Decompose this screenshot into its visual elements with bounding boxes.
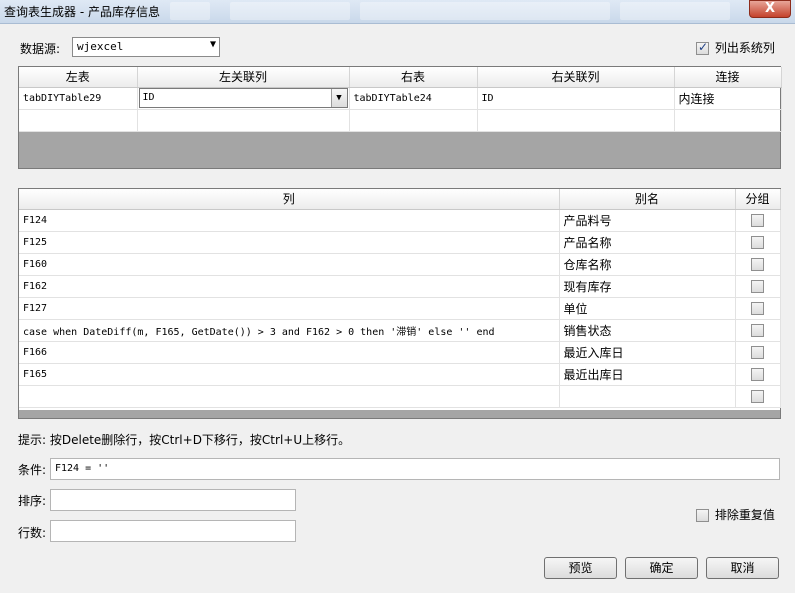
table-row[interactable] <box>19 385 781 408</box>
group-checkbox[interactable] <box>751 213 764 227</box>
join-left-col-cell[interactable]: ID ▼ <box>137 87 350 110</box>
distinct-checkbox[interactable]: 排除重复值 <box>696 506 775 523</box>
column-alias[interactable]: 最近出库日 <box>559 363 736 386</box>
group-cell[interactable] <box>735 231 781 254</box>
left-col-dropdown[interactable]: ID ▼ <box>138 88 348 108</box>
join-type[interactable]: 内连接 <box>674 87 782 110</box>
joins-header-right-col[interactable]: 右关联列 <box>477 67 675 88</box>
column-expression[interactable] <box>19 385 560 408</box>
background-toolbar-ghost <box>620 2 730 20</box>
group-checkbox[interactable] <box>751 279 764 293</box>
table-row[interactable]: case when DateDiff(m, F165, GetDate()) >… <box>19 319 781 342</box>
table-row[interactable]: F160 仓库名称 <box>19 253 781 276</box>
empty-cell[interactable] <box>137 109 350 132</box>
join-left-table[interactable]: tabDIYTable29 <box>19 87 138 110</box>
list-system-columns-label: 列出系统列 <box>714 41 775 55</box>
condition-input[interactable]: F124 = '' <box>50 458 780 480</box>
group-cell[interactable] <box>735 209 781 232</box>
sort-label: 排序: <box>18 494 47 508</box>
column-expression[interactable]: F125 <box>19 231 560 254</box>
row-count-label: 行数: <box>18 526 47 540</box>
join-left-col: ID <box>142 92 155 103</box>
column-expression[interactable]: F166 <box>19 341 560 364</box>
table-row[interactable]: F125 产品名称 <box>19 231 781 254</box>
window-title: 查询表生成器 - 产品库存信息 <box>4 5 160 19</box>
columns-grid[interactable]: 列 别名 分组 F124 产品料号 F125 产品名称 F160 仓库名称 F1… <box>18 188 781 419</box>
column-expression[interactable]: F127 <box>19 297 560 320</box>
table-row[interactable]: F127 单位 <box>19 297 781 320</box>
title-bar: 查询表生成器 - 产品库存信息 X <box>0 0 795 24</box>
datasource-select[interactable]: wjexcel ▼ <box>72 37 220 57</box>
row-count-input[interactable] <box>50 520 296 542</box>
sort-input[interactable] <box>50 489 296 511</box>
column-expression[interactable]: F124 <box>19 209 560 232</box>
group-checkbox[interactable] <box>751 301 764 315</box>
joins-grid[interactable]: 左表 左关联列 右表 右关联列 连接 tabDIYTable29 ID ▼ ta… <box>18 66 782 169</box>
group-checkbox[interactable] <box>751 235 764 249</box>
columns-header-col[interactable]: 列 <box>19 189 560 210</box>
column-alias[interactable]: 产品名称 <box>559 231 736 254</box>
group-checkbox[interactable] <box>751 389 764 403</box>
join-right-table[interactable]: tabDIYTable24 <box>349 87 478 110</box>
column-alias[interactable]: 最近入库日 <box>559 341 736 364</box>
column-expression[interactable]: case when DateDiff(m, F165, GetDate()) >… <box>19 319 560 342</box>
column-alias[interactable]: 现有库存 <box>559 275 736 298</box>
distinct-label: 排除重复值 <box>714 508 775 522</box>
group-cell[interactable] <box>735 319 781 342</box>
group-checkbox[interactable] <box>751 345 764 359</box>
checkbox-icon <box>696 509 709 522</box>
group-checkbox[interactable] <box>751 367 764 381</box>
group-cell[interactable] <box>735 385 781 408</box>
empty-cell[interactable] <box>477 109 675 132</box>
cancel-button[interactable]: 取消 <box>706 557 779 579</box>
table-row[interactable]: F165 最近出库日 <box>19 363 781 386</box>
empty-cell[interactable] <box>349 109 478 132</box>
column-alias[interactable]: 单位 <box>559 297 736 320</box>
column-expression[interactable]: F162 <box>19 275 560 298</box>
columns-header-group[interactable]: 分组 <box>735 189 781 210</box>
column-alias[interactable] <box>559 385 736 408</box>
close-button[interactable]: X <box>749 0 791 18</box>
join-right-col[interactable]: ID <box>477 87 675 110</box>
background-toolbar-ghost <box>360 2 610 20</box>
table-row[interactable]: tabDIYTable29 ID ▼ tabDIYTable24 ID 内连接 <box>19 87 782 110</box>
empty-cell[interactable] <box>674 109 782 132</box>
group-checkbox[interactable] <box>751 323 764 337</box>
checkbox-icon <box>696 40 709 55</box>
table-row[interactable]: F124 产品料号 <box>19 209 781 232</box>
joins-header-left-table[interactable]: 左表 <box>19 67 138 88</box>
chevron-down-icon[interactable]: ▼ <box>330 89 347 107</box>
group-cell[interactable] <box>735 363 781 386</box>
background-toolbar-ghost <box>170 2 210 20</box>
columns-grid-empty-area <box>19 410 780 418</box>
background-toolbar-ghost <box>230 2 350 20</box>
column-expression[interactable]: F160 <box>19 253 560 276</box>
table-row[interactable]: F162 现有库存 <box>19 275 781 298</box>
joins-header-join[interactable]: 连接 <box>674 67 782 88</box>
empty-cell[interactable] <box>19 109 138 132</box>
column-alias[interactable]: 产品料号 <box>559 209 736 232</box>
list-system-columns-checkbox[interactable]: 列出系统列 <box>696 39 775 56</box>
columns-header-alias[interactable]: 别名 <box>559 189 736 210</box>
group-cell[interactable] <box>735 297 781 320</box>
condition-label: 条件: <box>18 463 47 477</box>
group-checkbox[interactable] <box>751 257 764 271</box>
joins-header-left-col[interactable]: 左关联列 <box>137 67 350 88</box>
column-alias[interactable]: 仓库名称 <box>559 253 736 276</box>
group-cell[interactable] <box>735 341 781 364</box>
group-cell[interactable] <box>735 253 781 276</box>
chevron-down-icon: ▼ <box>209 39 216 50</box>
column-expression[interactable]: F165 <box>19 363 560 386</box>
joins-grid-empty-area <box>19 132 780 168</box>
datasource-label: 数据源: <box>20 42 61 56</box>
column-alias[interactable]: 销售状态 <box>559 319 736 342</box>
hint-text: 提示: 按Delete删除行，按Ctrl+D下移行，按Ctrl+U上移行。 <box>18 433 351 447</box>
preview-button[interactable]: 预览 <box>544 557 617 579</box>
group-cell[interactable] <box>735 275 781 298</box>
ok-button[interactable]: 确定 <box>625 557 698 579</box>
joins-header-right-table[interactable]: 右表 <box>349 67 478 88</box>
table-row[interactable] <box>19 109 782 132</box>
table-row[interactable]: F166 最近入库日 <box>19 341 781 364</box>
datasource-value: wjexcel <box>77 40 124 53</box>
